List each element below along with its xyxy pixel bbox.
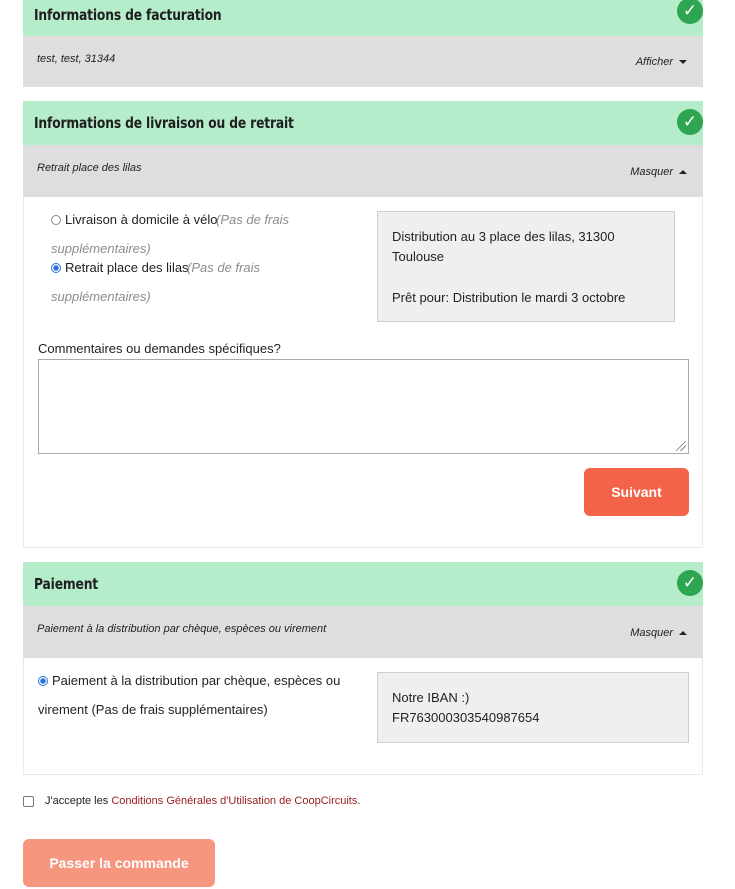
radio-delivery-home[interactable] [51,215,61,225]
iban-line1: Notre IBAN :) [392,690,470,705]
delivery-info-line1: Distribution au 3 place des lilas, 31300 [392,229,615,244]
delivery-toggle[interactable]: Masquer [630,166,687,178]
payment-header[interactable]: Paiement ✓ [23,562,703,606]
caret-down-icon [679,60,687,64]
comments-label: Commentaires ou demandes spécifiques? [38,341,281,356]
terms-suffix: . [357,795,361,807]
caret-up-icon [679,170,687,174]
billing-toggle-label: Afficher [635,56,673,68]
iban-box: Notre IBAN :) FR763000303540987654 [377,672,689,743]
terms-link[interactable]: Conditions Générales d'Utilisation de Co… [111,795,357,807]
check-icon: ✓ [677,570,703,596]
delivery-info-line3: Prêt pour: Distribution le mardi 3 octob… [392,290,626,305]
payment-option-line2: virement (Pas de frais supplémentaires) [38,702,268,717]
delivery-option-1-label[interactable]: Livraison à domicile à vélo [65,212,217,227]
next-button-label: Suivant [611,484,662,500]
billing-title: Informations de facturation [34,6,222,24]
place-order-button[interactable]: Passer la commande [23,839,215,887]
comments-textarea[interactable] [38,359,689,454]
payment-toggle[interactable]: Masquer [630,627,687,639]
terms-text: J'accepte les Conditions Générales d'Uti… [45,795,360,807]
check-icon: ✓ [677,109,703,135]
iban-line2: FR763000303540987654 [392,710,540,725]
radio-payment[interactable] [38,676,48,686]
delivery-option-1-note2: supplémentaires) [51,241,151,256]
billing-toggle[interactable]: Afficher [636,56,687,68]
billing-summary: test, test, 31344 Afficher [23,36,703,87]
radio-delivery-pickup[interactable] [51,263,61,273]
payment-title: Paiement [34,575,99,593]
delivery-option-2-note: (Pas de frais [187,260,260,275]
payment-toggle-label: Masquer [630,627,673,639]
delivery-info-box: Distribution au 3 place des lilas, 31300… [377,211,675,322]
delivery-toggle-label: Masquer [630,166,673,178]
delivery-summary: Retrait place des lilas Masquer [23,145,703,197]
resize-handle-icon[interactable] [676,441,686,451]
payment-summary-text: Paiement à la distribution par chèque, e… [37,623,327,635]
delivery-info-line2: Toulouse [392,249,445,264]
terms-prefix: J'accepte les [45,795,112,807]
billing-header[interactable]: Informations de facturation ✓ [23,0,703,36]
terms-checkbox[interactable] [23,796,34,807]
delivery-option-2-label[interactable]: Retrait place des lilas [65,260,189,275]
next-button[interactable]: Suivant [584,468,689,516]
payment-option-line1[interactable]: Paiement à la distribution par chèque, e… [52,673,340,688]
delivery-option-2-note2: supplémentaires) [51,289,151,304]
place-order-label: Passer la commande [49,855,189,871]
check-icon: ✓ [677,0,703,24]
delivery-header[interactable]: Informations de livraison ou de retrait … [23,101,703,145]
delivery-title: Informations de livraison ou de retrait [34,114,294,132]
delivery-summary-text: Retrait place des lilas [37,162,142,174]
payment-summary: Paiement à la distribution par chèque, e… [23,606,703,658]
caret-up-icon [679,631,687,635]
billing-summary-text: test, test, 31344 [37,53,116,65]
delivery-option-1-note: (Pas de frais [216,212,289,227]
